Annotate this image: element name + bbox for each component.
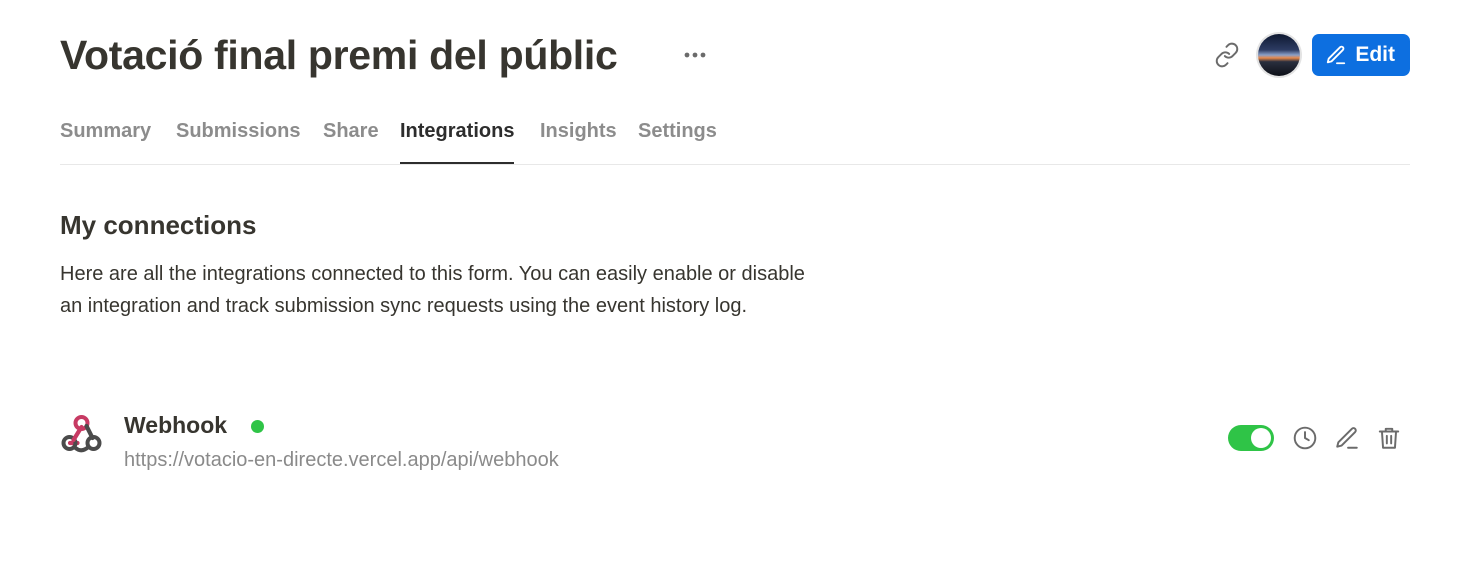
tab-bar: Summary Submissions Share Integrations I… [60, 112, 1410, 165]
more-options-icon[interactable] [684, 52, 706, 58]
page-header: Votació final premi del públic Edit [60, 28, 1410, 88]
link-icon[interactable] [1214, 42, 1240, 68]
page-title: Votació final premi del públic [60, 32, 618, 78]
pencil-icon [1327, 45, 1346, 65]
edit-icon[interactable] [1334, 425, 1360, 451]
webhook-icon [61, 415, 102, 453]
edit-button[interactable]: Edit [1312, 34, 1410, 76]
integration-url: https://votacio-en-directe.vercel.app/ap… [124, 449, 559, 471]
tab-submissions[interactable]: Submissions [176, 120, 300, 162]
history-icon[interactable] [1292, 425, 1318, 451]
tab-insights[interactable]: Insights [540, 120, 617, 162]
section-description: Here are all the integrations connected … [60, 263, 805, 317]
section-title: My connections [60, 210, 257, 240]
status-indicator [251, 420, 264, 433]
enable-toggle[interactable] [1228, 425, 1274, 451]
tab-share[interactable]: Share [323, 120, 379, 162]
integration-row: Webhook https://votacio-en-directe.verce… [60, 408, 1410, 478]
tab-integrations[interactable]: Integrations [400, 120, 515, 164]
toggle-knob [1251, 428, 1271, 448]
tab-summary[interactable]: Summary [60, 120, 151, 162]
header-actions: Edit [1214, 33, 1410, 77]
tab-settings[interactable]: Settings [638, 120, 717, 162]
integration-name: Webhook [124, 412, 228, 438]
avatar[interactable] [1258, 34, 1301, 76]
integration-actions [1228, 425, 1402, 451]
trash-icon[interactable] [1376, 425, 1402, 451]
edit-button-label: Edit [1355, 43, 1395, 66]
